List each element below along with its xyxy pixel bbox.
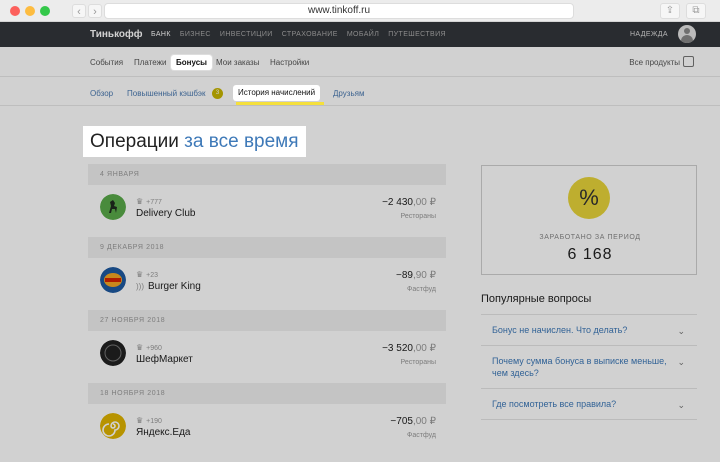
chevron-down-icon: ⌄: [677, 326, 685, 336]
bonus-tabs: Обзор Повышенный кэшбэк 3 История начисл…: [0, 78, 720, 106]
faq-item[interactable]: Где посмотреть все правила? ⌄: [481, 389, 697, 420]
grid-icon[interactable]: [683, 56, 694, 67]
bonus-points: ♛ +960: [136, 343, 162, 352]
top-nav-mobile[interactable]: МОБАЙЛ: [347, 31, 379, 38]
brand-logo[interactable]: Тинькофф: [90, 29, 143, 40]
bonus-points: ♛ +777: [136, 197, 162, 206]
burger-king-logo-icon: [100, 267, 126, 293]
date-header: 27 НОЯБРЯ 2018: [88, 310, 446, 331]
operation-row[interactable]: ♛ +190 Яндекс.Еда −705,00 ₽ Фастфуд: [88, 404, 446, 456]
yandex-eda-logo-icon: [100, 413, 126, 439]
operations-list: 4 ЯНВАРЯ ♛ +777 Delivery Club −2 430,00 ₽…: [88, 164, 446, 456]
tab-history[interactable]: История начислений: [233, 85, 321, 101]
subnav-orders[interactable]: Мои заказы: [216, 58, 259, 67]
top-nav-investments[interactable]: ИНВЕСТИЦИИ: [220, 31, 273, 38]
operation-category: Рестораны: [400, 359, 436, 366]
operation-row[interactable]: ♛ +777 Delivery Club −2 430,00 ₽ Ресторан…: [88, 185, 446, 237]
back-icon[interactable]: ‹: [72, 4, 86, 18]
page-title: Операции за все время: [83, 126, 306, 157]
operation-amount: −705,00 ₽: [390, 416, 436, 427]
chevron-down-icon: ⌄: [677, 400, 685, 410]
subnav-events[interactable]: События: [90, 58, 123, 67]
percent-icon: %: [568, 177, 610, 219]
date-header: 4 ЯНВАРЯ: [88, 164, 446, 185]
operation-row[interactable]: ♛ +23 ))) Burger King −89,90 ₽ Фастфуд: [88, 258, 446, 310]
merchant-name: ШефМаркет: [136, 354, 193, 365]
chevron-down-icon: ⌄: [677, 357, 685, 367]
crown-icon: ♛: [136, 197, 144, 206]
close-window-icon[interactable]: [10, 6, 20, 16]
period-selector[interactable]: за все время: [184, 131, 298, 152]
browser-titlebar: ‹ › www.tinkoff.ru ⇪ ⧉: [0, 0, 720, 22]
page-title-main: Операции: [90, 131, 179, 152]
share-icon[interactable]: ⇪: [660, 3, 680, 19]
top-navigation: Тинькофф БАНК БИЗНЕС ИНВЕСТИЦИИ СТРАХОВА…: [0, 22, 720, 47]
merchant-name: Яндекс.Еда: [136, 427, 191, 438]
crown-icon: ♛: [136, 416, 144, 425]
earned-label: ЗАРАБОТАНО ЗА ПЕРИОД: [539, 234, 641, 241]
faq-item[interactable]: Бонус не начислен. Что делать? ⌄: [481, 314, 697, 346]
address-bar[interactable]: www.tinkoff.ru: [104, 3, 574, 19]
all-products-link[interactable]: Все продукты: [629, 58, 680, 67]
contactless-icon: ))): [136, 282, 144, 291]
operation-row[interactable]: ♛ +960 ШефМаркет −3 520,00 ₽ Рестораны: [88, 331, 446, 383]
operation-category: Фастфуд: [407, 432, 436, 439]
tab-cashback[interactable]: Повышенный кэшбэк: [127, 89, 206, 98]
delivery-club-logo-icon: [100, 194, 126, 220]
tab-overview[interactable]: Обзор: [90, 89, 113, 98]
bonus-points: ♛ +23: [136, 270, 159, 279]
bonus-points: ♛ +190: [136, 416, 162, 425]
operation-amount: −89,90 ₽: [395, 270, 436, 281]
merchant-name: ))) Burger King: [136, 281, 201, 292]
forward-icon[interactable]: ›: [88, 4, 102, 18]
chefmarket-logo-icon: [100, 340, 126, 366]
operation-category: Фастфуд: [407, 286, 436, 293]
maximize-window-icon[interactable]: [40, 6, 50, 16]
date-header: 18 НОЯБРЯ 2018: [88, 383, 446, 404]
avatar[interactable]: [678, 25, 696, 43]
subnav-settings[interactable]: Настройки: [270, 58, 309, 67]
faq-list: Бонус не начислен. Что делать? ⌄ Почему с…: [481, 314, 697, 420]
tabs-icon[interactable]: ⧉: [686, 3, 706, 19]
faq-title: Популярные вопросы: [481, 293, 592, 305]
merchant-name: Delivery Club: [136, 208, 196, 219]
date-header: 9 ДЕКАБРЯ 2018: [88, 237, 446, 258]
section-navigation: События Платежи Бонусы Мои заказы Настро…: [0, 47, 720, 77]
crown-icon: ♛: [136, 270, 144, 279]
minimize-window-icon[interactable]: [25, 6, 35, 16]
cashback-count-badge: 3: [212, 88, 223, 99]
crown-icon: ♛: [136, 343, 144, 352]
operation-amount: −2 430,00 ₽: [382, 197, 436, 208]
operation-category: Рестораны: [400, 213, 436, 220]
top-nav-travel[interactable]: ПУТЕШЕСТВИЯ: [388, 31, 446, 38]
top-nav-bank[interactable]: БАНК: [151, 31, 171, 38]
operation-amount: −3 520,00 ₽: [382, 343, 436, 354]
tab-friends[interactable]: Друзьям: [333, 89, 364, 98]
earned-summary-card: % ЗАРАБОТАНО ЗА ПЕРИОД 6 168: [481, 165, 697, 275]
active-tab-indicator: [236, 102, 324, 105]
user-name[interactable]: НАДЕЖДА: [630, 31, 668, 38]
top-nav-business[interactable]: БИЗНЕС: [180, 31, 211, 38]
earned-total: 6 168: [567, 246, 613, 263]
subnav-payments[interactable]: Платежи: [134, 58, 166, 67]
top-nav-links: БАНК БИЗНЕС ИНВЕСТИЦИИ СТРАХОВАНИЕ МОБАЙ…: [151, 31, 446, 38]
faq-item[interactable]: Почему сумма бонуса в выписке меньше, че…: [481, 346, 697, 389]
subnav-bonuses[interactable]: Бонусы: [171, 55, 212, 70]
top-nav-insurance[interactable]: СТРАХОВАНИЕ: [282, 31, 338, 38]
page-content: Тинькофф БАНК БИЗНЕС ИНВЕСТИЦИИ СТРАХОВА…: [0, 22, 720, 462]
browser-window: ‹ › www.tinkoff.ru ⇪ ⧉ Тинькофф БАНК БИЗ…: [0, 0, 720, 462]
